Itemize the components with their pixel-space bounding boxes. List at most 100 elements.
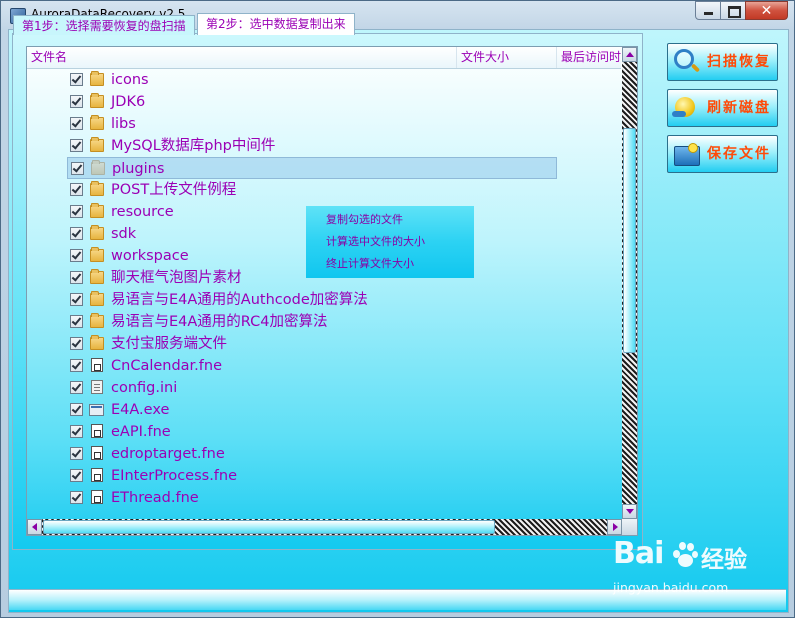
file-name: resource	[111, 204, 174, 220]
folder-icon	[90, 137, 104, 152]
scroll-right-button[interactable]	[607, 519, 622, 535]
file-name: EThread.fne	[111, 490, 199, 506]
table-row[interactable]: eAPI.fne	[67, 421, 557, 443]
save-file-button[interactable]: 保存文件	[667, 135, 778, 173]
close-button[interactable]: ✕	[745, 1, 788, 20]
menu-item-copy-checked[interactable]: 复制勾选的文件	[326, 210, 403, 230]
library-file-icon	[91, 446, 103, 460]
scroll-down-button[interactable]	[622, 504, 637, 519]
scan-recover-button[interactable]: 扫描恢复	[667, 43, 778, 81]
row-checkbox[interactable]	[70, 95, 83, 108]
library-file-icon	[91, 468, 103, 482]
folder-icon	[90, 335, 104, 350]
row-checkbox[interactable]	[70, 381, 83, 394]
file-name: JDK6	[111, 94, 146, 110]
row-checkbox[interactable]	[70, 183, 83, 196]
row-checkbox[interactable]	[70, 117, 83, 130]
refresh-disk-icon	[672, 97, 695, 117]
row-checkbox[interactable]	[70, 227, 83, 240]
table-row[interactable]: libs	[67, 113, 557, 135]
column-header-size[interactable]: 文件大小	[457, 47, 557, 68]
window-controls: ✕	[695, 1, 788, 20]
row-checkbox[interactable]	[70, 139, 83, 152]
folder-icon	[90, 181, 104, 196]
folder-icon	[90, 313, 104, 328]
executable-icon	[89, 404, 104, 416]
row-checkbox[interactable]	[70, 359, 83, 372]
file-name: sdk	[111, 226, 137, 242]
scroll-left-button[interactable]	[27, 519, 42, 535]
tab-step-2[interactable]: 第2步：选中数据复制出来	[197, 13, 355, 35]
file-name: 聊天框气泡图片素材	[111, 270, 242, 286]
table-row[interactable]: 支付宝服务端文件	[67, 333, 557, 355]
row-checkbox[interactable]	[70, 447, 83, 460]
table-row[interactable]: POST上传文件例程	[67, 179, 557, 201]
table-row[interactable]: EThread.fne	[67, 487, 557, 509]
file-name: E4A.exe	[111, 402, 170, 418]
file-list[interactable]: 文件名 文件大小 最后访问时间 icons JDK6 libs MySQL数据库php…	[26, 46, 638, 536]
table-row[interactable]: icons	[67, 69, 557, 91]
folder-icon	[90, 247, 104, 262]
row-checkbox[interactable]	[71, 162, 84, 175]
file-name: CnCalendar.fne	[111, 358, 223, 374]
row-checkbox[interactable]	[70, 249, 83, 262]
file-name: 支付宝服务端文件	[111, 336, 227, 352]
row-checkbox[interactable]	[70, 469, 83, 482]
refresh-disk-button[interactable]: 刷新磁盘	[667, 89, 778, 127]
file-name: workspace	[111, 248, 189, 264]
arrow-left-icon	[32, 523, 37, 531]
folder-icon	[91, 160, 105, 175]
row-checkbox[interactable]	[70, 73, 83, 86]
library-file-icon	[91, 424, 103, 438]
row-checkbox[interactable]	[70, 205, 83, 218]
arrow-right-icon	[613, 523, 618, 531]
vertical-scroll-thumb[interactable]	[623, 128, 636, 353]
horizontal-scrollbar[interactable]	[27, 519, 622, 535]
scroll-up-button[interactable]	[622, 47, 637, 62]
row-checkbox[interactable]	[70, 337, 83, 350]
minimize-icon	[704, 12, 713, 15]
file-name: eAPI.fne	[111, 424, 171, 440]
table-row[interactable]: CnCalendar.fne	[67, 355, 557, 377]
table-row[interactable]: EInterProcess.fne	[67, 465, 557, 487]
table-row[interactable]: E4A.exe	[67, 399, 557, 421]
folder-icon	[90, 203, 104, 218]
tab-step-1[interactable]: 第1步：选择需要恢复的盘扫描	[13, 15, 195, 35]
watermark-jingyan: 经验	[701, 547, 747, 573]
table-row[interactable]: edroptarget.fne	[67, 443, 557, 465]
file-name: 易语言与E4A通用的Authcode加密算法	[111, 292, 368, 308]
menu-item-calc-size[interactable]: 计算选中文件的大小	[326, 232, 425, 252]
row-checkbox[interactable]	[70, 271, 83, 284]
folder-icon	[90, 291, 104, 306]
scan-recover-label: 扫描恢复	[707, 54, 771, 70]
table-row[interactable]: 易语言与E4A通用的RC4加密算法	[67, 311, 557, 333]
table-row[interactable]: 易语言与E4A通用的Authcode加密算法	[67, 289, 557, 311]
folder-icon	[90, 93, 104, 108]
table-row[interactable]: config.ini	[67, 377, 557, 399]
close-icon: ✕	[760, 3, 773, 19]
column-header-last-access[interactable]: 最后访问时间	[557, 47, 621, 68]
maximize-button[interactable]	[720, 1, 746, 20]
row-checkbox[interactable]	[70, 403, 83, 416]
row-checkbox[interactable]	[70, 491, 83, 504]
menu-item-stop-calc[interactable]: 终止计算文件大小	[326, 254, 414, 274]
row-checkbox[interactable]	[70, 315, 83, 328]
table-row[interactable]: MySQL数据库php中间件	[67, 135, 557, 157]
minimize-button[interactable]	[695, 1, 721, 20]
table-row[interactable]: plugins	[67, 157, 557, 179]
file-name: 易语言与E4A通用的RC4加密算法	[111, 314, 328, 330]
file-name: config.ini	[111, 380, 178, 396]
column-header-name[interactable]: 文件名	[27, 47, 457, 68]
maximize-icon	[728, 6, 741, 18]
horizontal-scroll-thumb[interactable]	[43, 520, 495, 534]
file-name: MySQL数据库php中间件	[111, 138, 276, 154]
save-file-icon	[674, 143, 700, 166]
arrow-up-icon	[626, 52, 634, 57]
vertical-scrollbar[interactable]	[622, 47, 637, 519]
config-file-icon	[91, 380, 103, 394]
row-checkbox[interactable]	[70, 425, 83, 438]
table-row[interactable]: JDK6	[67, 91, 557, 113]
library-file-icon	[91, 490, 103, 504]
column-header: 文件名 文件大小 最后访问时间	[27, 47, 621, 69]
row-checkbox[interactable]	[70, 293, 83, 306]
